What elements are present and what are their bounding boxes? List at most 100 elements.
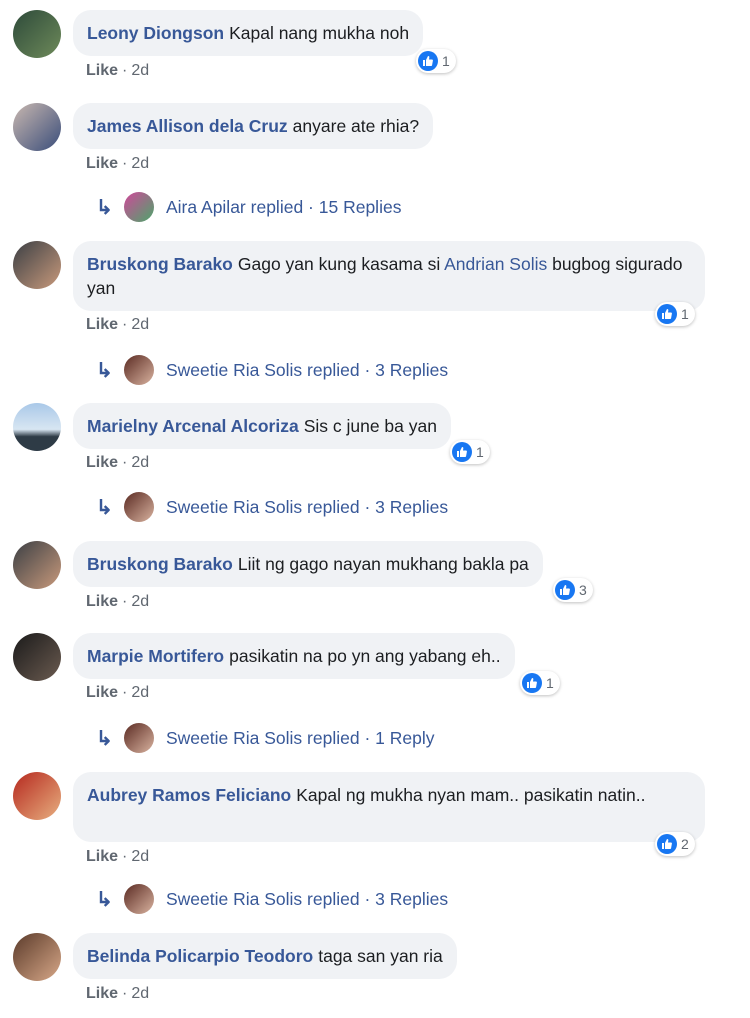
comment-author[interactable]: Marielny Arcenal Alcoriza (87, 416, 299, 436)
comment-bubble: Bruskong Barako Liit ng gago nayan mukhan… (73, 541, 543, 587)
comment-author[interactable]: Belinda Policarpio Teodoro (87, 946, 313, 966)
comment-text: Kapal ng mukha nyan mam.. pasikatin nati… (296, 785, 646, 805)
comment-author[interactable]: Bruskong Barako (87, 554, 233, 574)
comment-author[interactable]: Marpie Mortifero (87, 646, 224, 666)
reply-avatar (124, 884, 154, 914)
reply-arrow-icon: ↳ (96, 196, 113, 219)
comment-text: anyare ate rhia? (292, 116, 420, 136)
reaction-count[interactable]: 1 (655, 302, 695, 326)
comment-meta: Like · 2d (86, 316, 150, 333)
reaction-count[interactable]: 2 (655, 832, 695, 856)
comment-bubble: James Allison dela Cruz anyare ate rhia? (73, 103, 434, 149)
reply-name: Sweetie Ria Solis (166, 359, 303, 380)
reply-verb: replied (307, 727, 360, 748)
comment-text-start: Gago yan kung kasama si (237, 254, 445, 274)
replies-link[interactable]: ↳ Sweetie Ria Solis replied · 3 Replies (96, 881, 448, 917)
comment-meta: Like · 2d (86, 593, 150, 610)
mention-link[interactable]: Andrian Solis (444, 254, 547, 274)
reply-verb: replied (250, 196, 304, 217)
comment-bubble: Bruskong Barako Gago yan kung kasama si A… (73, 241, 705, 311)
comment-bubble: Marpie Mortifero pasikatin na po yn ang y… (73, 633, 515, 679)
reply-name: Aira Apilar (166, 196, 246, 217)
comment-time[interactable]: 2d (131, 62, 149, 79)
replies-link[interactable]: ↳ Sweetie Ria Solis replied · 1 Reply (96, 720, 435, 756)
reply-verb: replied (307, 888, 360, 909)
comment-text: taga san yan ria (318, 946, 443, 966)
like-link[interactable]: Like (86, 848, 118, 865)
avatar[interactable] (13, 403, 61, 451)
comment-meta: Like · 2d (86, 684, 150, 701)
reaction-number: 3 (579, 582, 587, 598)
comment-time[interactable]: 2d (131, 316, 149, 333)
reaction-number: 1 (681, 306, 689, 322)
reply-count: 1 Reply (375, 727, 435, 748)
reaction-count[interactable]: 1 (416, 49, 456, 73)
avatar[interactable] (13, 772, 61, 820)
comment-author[interactable]: Bruskong Barako (87, 254, 233, 274)
comment-author[interactable]: James Allison dela Cruz (87, 116, 288, 136)
thumbs-up-icon (452, 442, 472, 462)
reply-count: 15 Replies (318, 196, 402, 217)
avatar[interactable] (13, 633, 61, 681)
thumbs-up-icon (657, 834, 677, 854)
like-link[interactable]: Like (86, 316, 118, 333)
comment-time[interactable]: 2d (131, 593, 149, 610)
thumbs-up-icon (418, 51, 438, 71)
avatar[interactable] (13, 241, 61, 289)
reply-count: 3 Replies (375, 496, 449, 517)
comment-time[interactable]: 2d (131, 454, 149, 471)
thumbs-up-icon (555, 580, 575, 600)
replies-link[interactable]: ↳ Sweetie Ria Solis replied · 3 Replies (96, 489, 448, 525)
comment-bubble: Aubrey Ramos Feliciano Kapal ng mukha nya… (73, 772, 705, 842)
reply-name: Sweetie Ria Solis (166, 888, 303, 909)
replies-link[interactable]: ↳ Sweetie Ria Solis replied · 3 Replies (96, 352, 448, 388)
reply-name: Sweetie Ria Solis (166, 727, 303, 748)
comment-bubble: Belinda Policarpio Teodoro taga san yan r… (73, 933, 457, 979)
comment-time[interactable]: 2d (131, 684, 149, 701)
reaction-count[interactable]: 1 (450, 440, 490, 464)
reaction-number: 1 (546, 675, 554, 691)
like-link[interactable]: Like (86, 62, 118, 79)
like-link[interactable]: Like (86, 155, 118, 172)
comment-meta: Like · 2d (86, 985, 150, 1002)
reaction-count[interactable]: 1 (520, 671, 560, 695)
like-link[interactable]: Like (86, 454, 118, 471)
reaction-number: 2 (681, 836, 689, 852)
reaction-number: 1 (442, 53, 450, 69)
comment-meta: Like · 2d (86, 62, 150, 79)
comment-meta: Like · 2d (86, 848, 150, 865)
replies-link[interactable]: ↳ Aira Apilar replied · 15 Replies (96, 189, 401, 225)
like-link[interactable]: Like (86, 593, 118, 610)
reply-verb: replied (307, 496, 360, 517)
avatar[interactable] (13, 103, 61, 151)
reaction-count[interactable]: 3 (553, 578, 593, 602)
avatar[interactable] (13, 10, 61, 58)
reply-avatar (124, 192, 154, 222)
comment-bubble: Marielny Arcenal Alcoriza Sis c june ba y… (73, 403, 451, 449)
reply-arrow-icon: ↳ (96, 888, 113, 911)
reply-verb: replied (307, 359, 360, 380)
comment-meta: Like · 2d (86, 454, 150, 471)
comment-time[interactable]: 2d (131, 848, 149, 865)
comment-text: pasikatin na po yn ang yabang eh.. (229, 646, 501, 666)
comment-author[interactable]: Leony Diongson (87, 23, 224, 43)
comment-time[interactable]: 2d (131, 985, 149, 1002)
like-link[interactable]: Like (86, 985, 118, 1002)
comment-author[interactable]: Aubrey Ramos Feliciano (87, 785, 291, 805)
comment-text: Sis c june ba yan (303, 416, 437, 436)
comment-text: Liit ng gago nayan mukhang bakla pa (237, 554, 529, 574)
reply-count: 3 Replies (375, 888, 449, 909)
thumbs-up-icon (522, 673, 542, 693)
reply-name: Sweetie Ria Solis (166, 496, 303, 517)
comment-meta: Like · 2d (86, 155, 150, 172)
reply-arrow-icon: ↳ (96, 359, 113, 382)
comment-bubble: Leony Diongson Kapal nang mukha noh (73, 10, 424, 56)
reply-count: 3 Replies (375, 359, 449, 380)
thumbs-up-icon (657, 304, 677, 324)
reply-avatar (124, 723, 154, 753)
avatar[interactable] (13, 933, 61, 981)
like-link[interactable]: Like (86, 684, 118, 701)
comment-time[interactable]: 2d (131, 155, 149, 172)
reply-arrow-icon: ↳ (96, 727, 113, 750)
avatar[interactable] (13, 541, 61, 589)
